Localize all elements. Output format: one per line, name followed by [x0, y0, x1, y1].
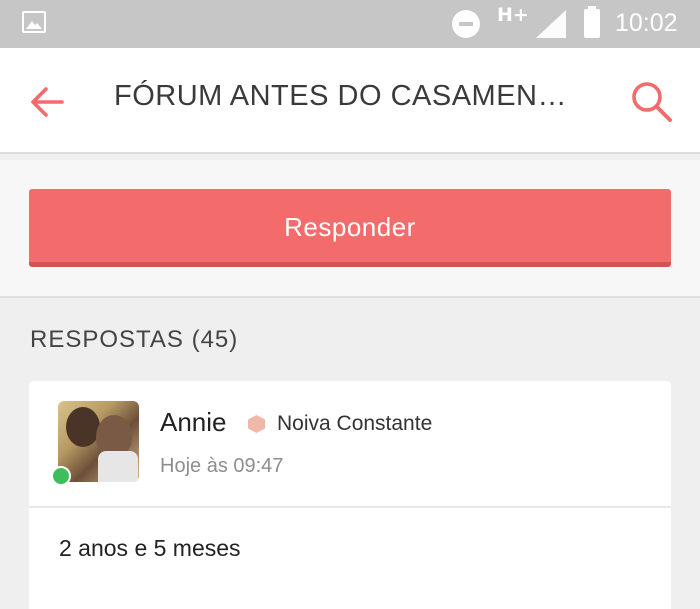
- replies-heading: RESPOSTAS (45): [30, 326, 239, 353]
- reply-card[interactable]: Annie Noiva Constante Hoje às 09:47 2 an…: [29, 381, 671, 609]
- network-type: H+: [497, 4, 529, 26]
- respond-button[interactable]: Responder: [29, 189, 671, 267]
- image-icon: [22, 11, 46, 33]
- avatar[interactable]: [58, 401, 139, 482]
- respond-area: Responder: [0, 160, 700, 298]
- author-name[interactable]: Annie: [160, 407, 227, 438]
- battery-icon: [584, 6, 600, 38]
- signal-icon: [536, 10, 566, 38]
- rank-badge-icon: [248, 415, 265, 433]
- status-time: 10:02: [615, 9, 678, 37]
- post-body: 2 anos e 5 meses: [59, 535, 241, 561]
- online-status-dot: [51, 466, 71, 486]
- do-not-disturb-icon: [452, 10, 480, 38]
- divider: [29, 506, 671, 508]
- status-bar: H+ 10:02: [0, 0, 700, 48]
- page-title: FÓRUM ANTES DO CASAMEN…: [114, 80, 567, 112]
- post-timestamp: Hoje às 09:47: [160, 455, 284, 477]
- app-bar: FÓRUM ANTES DO CASAMEN…: [0, 48, 700, 154]
- author-rank: Noiva Constante: [277, 412, 433, 435]
- search-icon[interactable]: [628, 78, 676, 126]
- back-arrow-icon[interactable]: [28, 82, 68, 122]
